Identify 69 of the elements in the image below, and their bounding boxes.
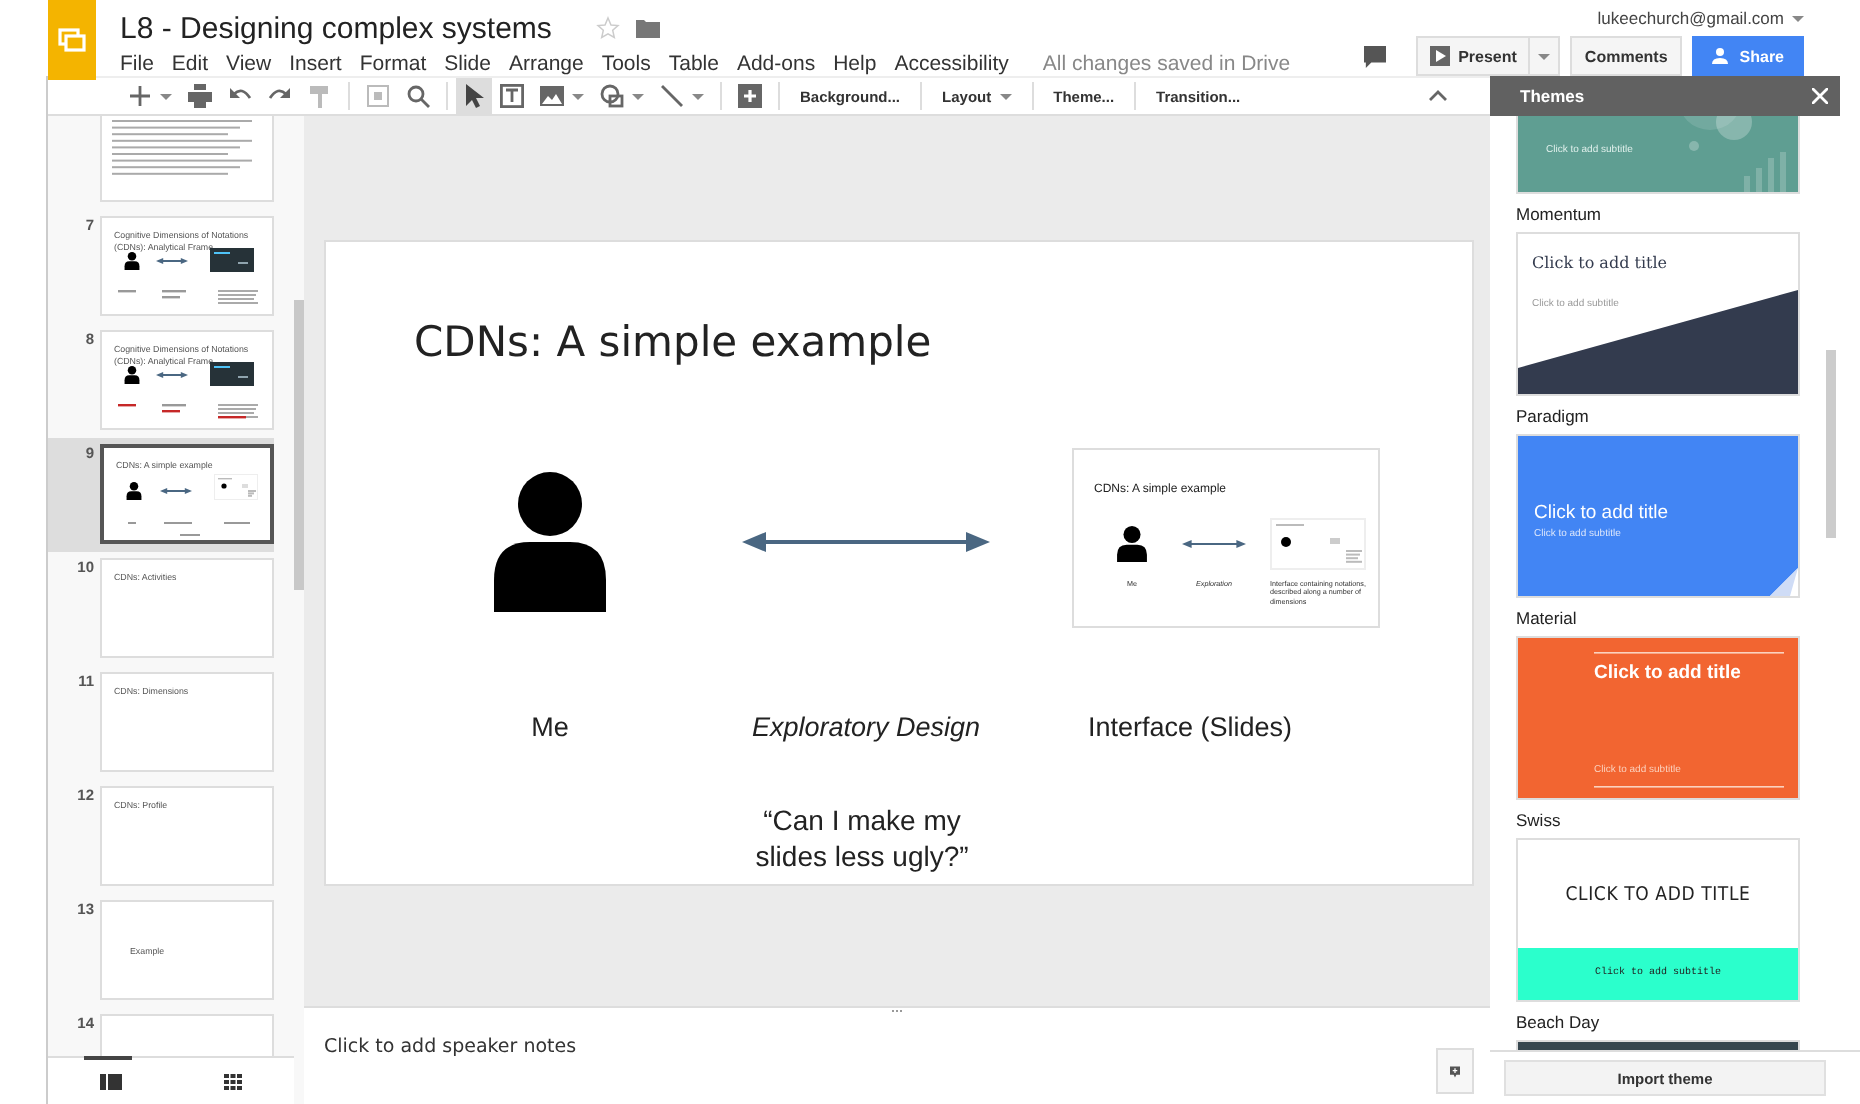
person-icon [126,482,142,501]
slide-quote: “Can I make my slides less ugly?” [753,802,971,874]
page-curl-icon [1770,568,1798,596]
list-view-icon[interactable] [99,1073,122,1089]
person-icon [490,472,610,612]
menu-item[interactable]: Help [833,52,877,76]
pointer-icon [464,84,484,108]
preview-title: Click to add title [1532,254,1668,272]
slide-label: Me [529,710,571,746]
preview-title: CLICK TO ADD TITLE [1563,884,1753,906]
theme-name: Momentum [1516,202,1604,228]
slide-title: CDNs: A simple example [414,316,932,370]
comments-button[interactable]: Comments [1570,36,1682,76]
theme-name: Beach Day [1516,1010,1602,1036]
menu-item[interactable]: Accessibility [894,52,1009,76]
person-icon [1116,525,1148,563]
double-arrow-icon [156,258,188,264]
slide-preview-drawing [214,474,258,500]
save-status: All changes saved in Drive [1042,52,1291,76]
folder-icon[interactable] [635,18,660,38]
panel-title: Themes [1520,86,1585,106]
theme-name: Material [1516,606,1579,632]
slide-preview-drawing [1270,518,1366,570]
preview-title: Click to add title [1594,662,1741,684]
preview-title: Click to add title [1534,502,1669,524]
text-box-icon[interactable] [500,84,524,108]
menu-item[interactable]: View [226,52,272,76]
close-icon[interactable] [1812,88,1828,104]
zoom-icon[interactable] [406,84,430,108]
menu-item[interactable]: Tools [601,52,651,76]
play-icon [1430,46,1451,66]
menu-item[interactable]: Edit [171,52,209,76]
share-button[interactable]: Share [1691,36,1804,76]
add-comment-icon[interactable] [738,84,762,108]
shape-icon[interactable] [600,84,624,108]
person-icon [1711,48,1732,64]
speaker-notes-field[interactable]: Click to add speaker notes [324,1036,577,1058]
add-comment-button[interactable] [1436,1048,1474,1094]
double-arrow-icon [1182,540,1246,548]
theme-name: Paradigm [1516,404,1591,430]
menu-item[interactable]: Slide [444,52,491,76]
double-arrow-icon [742,532,990,552]
double-arrow-icon [160,488,192,494]
slide-label: Exploratory Design [749,710,983,746]
person-icon [124,366,140,385]
screenshot-drawing [210,248,254,272]
account-menu[interactable]: lukeechurch@gmail.com [1597,8,1804,28]
slide-canvas[interactable] [324,240,1474,886]
menu-item[interactable]: Insert [289,52,342,76]
print-icon[interactable] [188,84,212,108]
menu-item[interactable]: File [120,52,154,76]
menu-item[interactable]: Format [359,52,427,76]
menu-item[interactable]: Table [668,52,719,76]
person-icon [124,252,140,271]
menu-item[interactable]: Arrange [508,52,584,76]
image-icon[interactable] [540,84,564,108]
line-icon[interactable] [660,84,684,108]
star-icon[interactable] [595,16,620,40]
document-title[interactable]: L8 - Designing complex systems [120,11,552,45]
menu-item[interactable]: Add-ons [736,52,816,76]
add-icon[interactable] [128,84,152,108]
theme-name: Swiss [1516,808,1563,834]
pointer-tool[interactable] [456,78,492,114]
slide-thumbnail[interactable] [100,116,274,202]
screenshot-drawing [210,362,254,386]
comment-icon[interactable] [1364,45,1387,67]
slide-label: Interface (Slides) [1085,710,1295,746]
double-arrow-icon [156,372,188,378]
grid-view-icon[interactable] [224,1073,243,1089]
